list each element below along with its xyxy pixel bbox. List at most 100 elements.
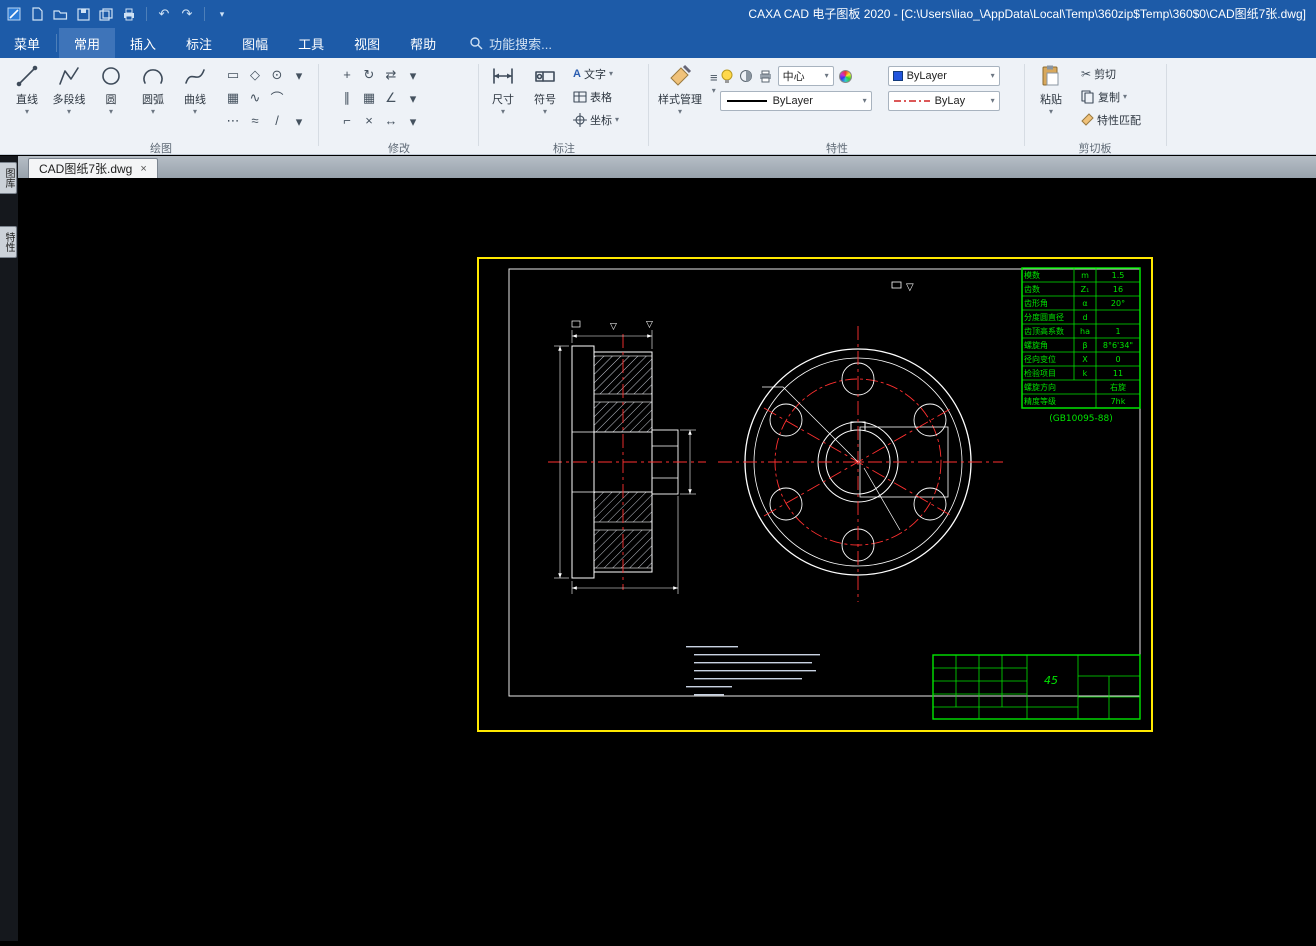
svg-text:精度等级: 精度等级 (1024, 396, 1056, 406)
search-icon (470, 37, 483, 50)
print-icon[interactable] (121, 6, 137, 22)
spline-button[interactable]: 曲线 ▾ (174, 60, 216, 136)
dropdown-arrow[interactable]: ▾ (25, 108, 29, 116)
chamfer-tool-button[interactable]: ∠ (380, 86, 402, 109)
redo-icon[interactable]: ↷ (179, 6, 195, 22)
draw-tools-grid: ▭ ◇ ⊙ ▾ ▦ ∿ ⌒ ⋯ ≈ / ▾ (222, 63, 310, 132)
style-manager-button[interactable]: 样式管理 ▾ (652, 60, 708, 136)
linetype-combo[interactable]: ByLayer ▾ (719, 91, 872, 111)
match-properties-button[interactable]: 特性匹配 (1078, 108, 1144, 131)
svg-text:▽: ▽ (610, 322, 617, 332)
rotate-tool-button[interactable]: ↻ (358, 63, 380, 86)
undo-icon[interactable]: ↶ (156, 6, 172, 22)
points-tool-button[interactable]: ⋯ (222, 109, 244, 132)
open-file-icon[interactable] (52, 6, 68, 22)
plot-icon[interactable] (758, 69, 773, 83)
dropdown-arrow[interactable]: ▾ (402, 110, 424, 132)
ribbon-tab-view[interactable]: 视图 (339, 28, 395, 58)
svg-text:ha: ha (1080, 327, 1090, 336)
linestyle-combo[interactable]: ByLay ▾ (887, 91, 1000, 111)
main-menu-button[interactable]: 菜单 (0, 28, 54, 58)
ribbon-group-annotate: 尺寸 ▾ 符号 ▾ A 文字 ▾ 表格 坐标 ▾ 标注 (482, 60, 646, 156)
tab-label: 插入 (130, 36, 157, 52)
symbol-button[interactable]: 符号 ▾ (524, 60, 566, 136)
function-search[interactable]: 功能搜索... (469, 28, 552, 58)
dropdown-arrow[interactable]: ▾ (193, 108, 197, 116)
rectangle-tool-button[interactable]: ▭ (222, 63, 244, 86)
array-tool-button[interactable]: ▦ (358, 86, 380, 109)
paste-button[interactable]: 粘贴 ▾ (1028, 60, 1074, 136)
symbol-icon (535, 71, 555, 82)
close-tab-icon[interactable]: × (140, 163, 146, 175)
ribbon: 直线 ▾ 多段线 ▾ 圆 ▾ 圆弧 ▾ 曲线 ▾ ▭ ◇ ⊙ ▾ ▦ ∿ ⌒ ⋯… (0, 58, 1316, 155)
properties-panel-tab[interactable]: 特性 (0, 226, 17, 258)
layer-bulb-icon[interactable] (720, 69, 734, 84)
button-label: 符号 (534, 94, 556, 106)
offset-tool-button[interactable]: ∥ (336, 86, 358, 109)
approx-tool-button[interactable]: ≈ (244, 109, 266, 132)
dropdown-arrow[interactable]: ▾ (402, 87, 424, 109)
stretch-tool-button[interactable]: ↔ (380, 109, 402, 132)
svg-text:α: α (1082, 299, 1087, 308)
dropdown-arrow[interactable]: ▾ (288, 110, 310, 132)
ribbon-group-properties: 样式管理 ▾ ≡ ▾ 中心 ▾ ByLayer ▾ ByLayer ▾ ByLa… (652, 60, 1022, 155)
new-file-icon[interactable] (29, 6, 45, 22)
circle-button[interactable]: 圆 ▾ (90, 60, 132, 136)
dropdown-arrow[interactable]: ▾ (543, 108, 547, 116)
arc2-tool-button[interactable]: ⌒ (266, 86, 288, 109)
ribbon-tab-frame[interactable]: 图幅 (227, 28, 283, 58)
toolbar-separator (146, 7, 147, 21)
move-tool-button[interactable]: + (336, 63, 358, 86)
dropdown-arrow[interactable]: ▾ (402, 64, 424, 86)
dropdown-arrow[interactable]: ▾ (609, 70, 613, 78)
dropdown-arrow[interactable]: ▾ (1123, 93, 1127, 101)
dropdown-arrow[interactable]: ▾ (712, 87, 716, 95)
dropdown-arrow[interactable]: ▾ (615, 116, 619, 124)
save-all-icon[interactable] (98, 6, 114, 22)
arc-button[interactable]: 圆弧 ▾ (132, 60, 174, 136)
dropdown-arrow[interactable]: ▾ (67, 108, 71, 116)
polygon-tool-button[interactable]: ◇ (244, 63, 266, 86)
copy-button[interactable]: 复制 ▾ (1078, 85, 1144, 108)
library-panel-tab[interactable]: 图库 (0, 162, 17, 194)
material-label: 45 (1044, 674, 1058, 687)
ribbon-tab-tools[interactable]: 工具 (283, 28, 339, 58)
dimension-button[interactable]: 尺寸 ▾ (482, 60, 524, 136)
polyline-button[interactable]: 多段线 ▾ (48, 60, 90, 136)
text-button[interactable]: A 文字 ▾ (570, 62, 622, 85)
trim-tool-button[interactable]: ⌐ (336, 109, 358, 132)
svg-text:模数: 模数 (1024, 270, 1040, 280)
hatch-tool-button[interactable]: ▦ (222, 86, 244, 109)
table-button[interactable]: 表格 (570, 85, 622, 108)
mirror-tool-button[interactable]: ⇄ (380, 63, 402, 86)
line-button[interactable]: 直线 ▾ (6, 60, 48, 136)
brightness-icon[interactable] (739, 69, 753, 83)
cut-button[interactable]: ✂ 剪切 (1078, 62, 1144, 85)
point-tool-button[interactable]: ⊙ (266, 63, 288, 86)
color-combo[interactable]: ByLayer ▾ (887, 66, 1000, 86)
qat-customize-dropdown-icon[interactable]: ▾ (214, 6, 230, 22)
dropdown-arrow[interactable]: ▾ (151, 108, 155, 116)
main-menu-label: 菜单 (14, 36, 41, 52)
ribbon-tab-insert[interactable]: 插入 (115, 28, 171, 58)
erase-tool-button[interactable]: × (358, 109, 380, 132)
dropdown-arrow[interactable]: ▾ (501, 108, 505, 116)
drawing-canvas[interactable]: ▽ ▽ ▽ 模数 m 1.5 齿数 Z₁ 16 齿形角 α 20° 分度圆直径 … (18, 178, 1316, 941)
layer-list-icon[interactable]: ≡ (710, 68, 718, 86)
dropdown-arrow[interactable]: ▾ (288, 64, 310, 86)
button-label: 坐标 (590, 114, 612, 127)
ribbon-tab-annotate[interactable]: 标注 (171, 28, 227, 58)
ray-tool-button[interactable]: / (266, 109, 288, 132)
dropdown-arrow[interactable]: ▾ (1049, 108, 1053, 116)
center-mode-combo[interactable]: 中心 ▾ (777, 66, 834, 86)
dropdown-arrow[interactable]: ▾ (678, 108, 682, 116)
color-wheel-icon[interactable] (838, 69, 852, 83)
document-tab[interactable]: CAD图纸7张.dwg × (28, 158, 158, 178)
wave-tool-button[interactable]: ∿ (244, 86, 266, 109)
roughness-marks: ▽ (891, 281, 914, 293)
dropdown-arrow[interactable]: ▾ (109, 108, 113, 116)
save-icon[interactable] (75, 6, 91, 22)
ribbon-tab-home[interactable]: 常用 (59, 28, 116, 58)
ribbon-tab-help[interactable]: 帮助 (395, 28, 451, 58)
coordinate-button[interactable]: 坐标 ▾ (570, 108, 622, 131)
